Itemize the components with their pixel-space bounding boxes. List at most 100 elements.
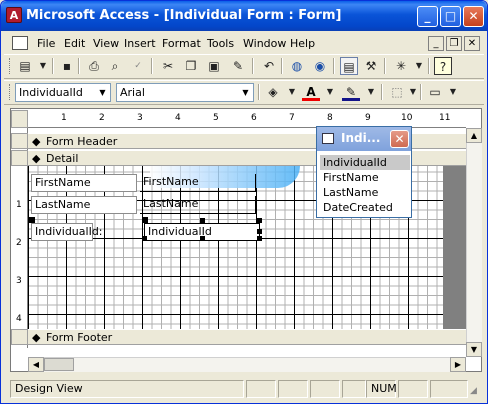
form-header-selector[interactable] xyxy=(11,133,28,149)
form-footer-bar[interactable]: ◆ Form Footer xyxy=(28,329,466,345)
ruler-tick: 3 xyxy=(137,113,143,123)
window-title: Microsoft Access - [Individual Form : Fo… xyxy=(26,8,342,23)
format-painter-icon[interactable]: ✎ xyxy=(229,57,247,75)
menu-window[interactable]: Window xyxy=(243,37,286,50)
field-list-item[interactable]: LastName xyxy=(320,185,410,200)
move-handle[interactable] xyxy=(142,217,148,223)
ruler-tick: 4 xyxy=(175,113,181,123)
new-object-dropdown-icon[interactable]: ▼ xyxy=(410,57,428,75)
section-arrow-icon: ◆ xyxy=(32,152,41,165)
section-arrow-icon: ◆ xyxy=(32,135,41,148)
special-effect-dropdown-icon[interactable]: ▼ xyxy=(444,83,462,101)
toolbar-separator xyxy=(333,58,335,74)
resize-grip-icon[interactable]: ◢ xyxy=(470,386,482,398)
horizontal-scroll-thumb[interactable] xyxy=(44,358,74,371)
access-app-icon[interactable]: A xyxy=(6,7,22,23)
menu-view[interactable]: View xyxy=(93,37,119,50)
menu-edit[interactable]: Edit xyxy=(64,37,85,50)
num-lock-indicator: NUM xyxy=(366,380,397,398)
view-dropdown-icon[interactable]: ▼ xyxy=(34,57,52,75)
status-panel xyxy=(430,380,468,398)
cut-icon[interactable]: ✂ xyxy=(159,57,177,75)
scroll-left-button[interactable]: ◀ xyxy=(28,357,44,372)
ruler-tick: 2 xyxy=(16,238,22,248)
move-handle[interactable] xyxy=(29,217,35,223)
individualid-label[interactable]: IndividualId: xyxy=(31,223,103,241)
chevron-down-icon[interactable]: ▼ xyxy=(95,84,110,101)
firstname-textbox[interactable]: FirstName xyxy=(140,174,256,192)
ruler-tick: 9 xyxy=(365,113,371,123)
doc-close-button[interactable]: ✕ xyxy=(464,36,480,51)
toolbar-separator xyxy=(151,58,153,74)
print-preview-icon[interactable]: ⌕ xyxy=(106,57,124,75)
minimize-button[interactable]: _ xyxy=(417,6,438,27)
font-name-value: Arial xyxy=(120,86,145,99)
resize-handle[interactable] xyxy=(257,236,262,241)
spelling-icon[interactable]: ✓ xyxy=(129,57,147,75)
ruler-tick: 2 xyxy=(99,113,105,123)
field-list-item[interactable]: DateCreated xyxy=(320,200,410,215)
object-select-value: IndividualId xyxy=(19,86,83,99)
close-button[interactable]: ✕ xyxy=(463,6,484,27)
doc-minimize-button[interactable]: _ xyxy=(428,36,444,51)
field-list-close-button[interactable]: ✕ xyxy=(390,130,409,148)
special-effect-icon[interactable]: ▭ xyxy=(426,83,444,101)
scroll-right-button[interactable]: ▶ xyxy=(450,357,466,372)
fill-color-icon[interactable]: ◈ xyxy=(264,83,282,101)
help-icon[interactable]: ? xyxy=(434,57,452,75)
horizontal-scrollbar[interactable] xyxy=(28,357,466,372)
toolbar-grip[interactable] xyxy=(9,84,12,100)
toolbar-grip[interactable] xyxy=(9,58,12,74)
doc-restore-button[interactable]: ❐ xyxy=(446,36,462,51)
form-footer-selector[interactable] xyxy=(11,329,28,345)
font-color-dropdown-icon[interactable]: ▼ xyxy=(321,83,339,101)
field-list-icon[interactable]: ◉ xyxy=(311,57,329,75)
paste-icon[interactable]: ▣ xyxy=(205,57,223,75)
resize-handle[interactable] xyxy=(257,218,262,223)
form-selector[interactable] xyxy=(11,110,28,128)
line-color-icon[interactable]: ✎ xyxy=(342,83,360,101)
lastname-label[interactable]: LastName xyxy=(31,196,137,214)
menu-file[interactable]: File xyxy=(37,37,55,50)
insert-hyperlink-icon[interactable]: ◍ xyxy=(288,57,306,75)
new-object-icon[interactable]: ✳ xyxy=(392,57,410,75)
field-list-item[interactable]: FirstName xyxy=(320,170,410,185)
properties-icon[interactable]: ▤ xyxy=(340,57,358,75)
build-icon[interactable]: ⚒ xyxy=(362,57,380,75)
scroll-down-button[interactable]: ▼ xyxy=(466,342,482,357)
menu-format[interactable]: Format xyxy=(162,37,201,50)
line-color-dropdown-icon[interactable]: ▼ xyxy=(362,83,380,101)
object-select-combo[interactable]: IndividualId ▼ xyxy=(15,83,111,102)
firstname-label[interactable]: FirstName xyxy=(31,174,137,192)
menu-tools[interactable]: Tools xyxy=(207,37,234,50)
view-icon[interactable]: ▤ xyxy=(16,57,34,75)
resize-handle[interactable] xyxy=(257,229,262,234)
toolbar-separator xyxy=(420,84,422,100)
resize-handle[interactable] xyxy=(142,236,147,241)
menu-help[interactable]: Help xyxy=(290,37,315,50)
detail-selector[interactable] xyxy=(11,150,28,166)
scroll-up-button[interactable]: ▲ xyxy=(466,128,482,143)
lastname-textbox[interactable]: LastName xyxy=(140,196,256,214)
copy-icon[interactable]: ❐ xyxy=(182,57,200,75)
status-panel xyxy=(246,380,276,398)
ruler-tick: 5 xyxy=(213,113,219,123)
resize-handle[interactable] xyxy=(200,218,205,223)
font-name-combo[interactable]: Arial ▼ xyxy=(116,83,254,102)
undo-icon[interactable]: ↶ xyxy=(260,57,278,75)
toolbar-separator xyxy=(258,84,260,100)
field-list-item[interactable]: IndividualId xyxy=(320,155,410,170)
form-doc-icon[interactable] xyxy=(12,36,28,50)
ruler-tick: 6 xyxy=(251,113,257,123)
toolbar-separator xyxy=(78,58,80,74)
print-icon[interactable]: ⎙ xyxy=(85,57,103,75)
vertical-scrollbar[interactable] xyxy=(466,128,482,357)
chevron-down-icon[interactable]: ▼ xyxy=(238,84,253,101)
status-panel xyxy=(342,380,366,398)
save-icon[interactable]: ▪ xyxy=(58,57,76,75)
fill-color-dropdown-icon[interactable]: ▼ xyxy=(283,83,301,101)
restore-button[interactable]: □ xyxy=(440,6,461,27)
menu-insert[interactable]: Insert xyxy=(124,37,156,50)
font-color-icon[interactable]: A xyxy=(302,83,320,101)
resize-handle[interactable] xyxy=(200,236,205,241)
